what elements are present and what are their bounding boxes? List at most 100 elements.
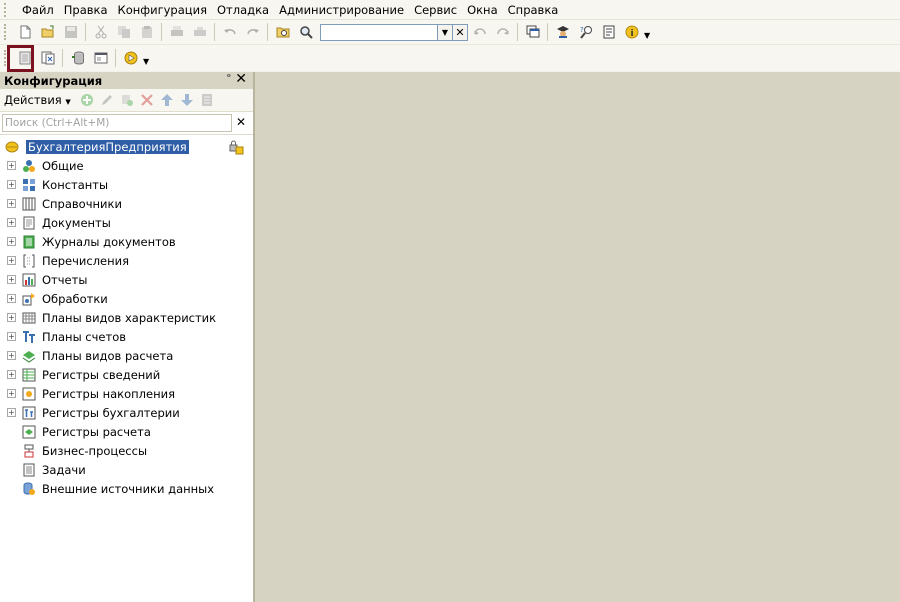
toolbar-more-icon[interactable]: ▼ <box>644 31 650 40</box>
panel-close-icon[interactable]: ✕ <box>235 71 247 87</box>
menu-service[interactable]: Сервис <box>409 1 462 19</box>
main-toolbar: ▼ ✕ ? i ▼ <box>0 20 900 45</box>
find-previous-button[interactable] <box>469 22 491 42</box>
expand-icon[interactable]: + <box>7 370 16 379</box>
properties-icon <box>94 52 107 64</box>
accum-registers-icon <box>21 386 37 402</box>
find-in-tree-button[interactable] <box>272 22 294 42</box>
copy-icon <box>117 26 130 38</box>
cut-button[interactable] <box>90 22 112 42</box>
expand-icon[interactable]: + <box>7 313 16 322</box>
paste-button[interactable] <box>136 22 158 42</box>
tree-item[interactable]: Бизнес-процессы <box>0 441 253 460</box>
expand-icon[interactable]: + <box>7 218 16 227</box>
windows-button[interactable] <box>522 22 544 42</box>
svg-text:i: i <box>630 29 633 39</box>
tree-item[interactable]: + Планы счетов <box>0 327 253 346</box>
print-preview-icon <box>193 27 206 36</box>
tree-item[interactable]: + Справочники <box>0 194 253 213</box>
new-button[interactable] <box>14 22 36 42</box>
tree-item[interactable]: + Отчеты <box>0 270 253 289</box>
about-button[interactable]: i <box>621 22 643 42</box>
undo-button[interactable] <box>219 22 241 42</box>
tree-item[interactable]: + Планы видов расчета <box>0 346 253 365</box>
menu-file[interactable]: Файл <box>17 1 59 19</box>
preview-button[interactable] <box>189 22 211 42</box>
actions-arrow-icon: ▼ <box>65 98 71 106</box>
expand-icon[interactable]: + <box>7 351 16 360</box>
tree-item[interactable]: Регистры расчета <box>0 422 253 441</box>
menu-configuration[interactable]: Конфигурация <box>113 1 212 19</box>
redo-button[interactable] <box>242 22 264 42</box>
tree-item[interactable]: + Общие <box>0 156 253 175</box>
tree-item[interactable]: + Перечисления <box>0 251 253 270</box>
tree-search-input[interactable]: Поиск (Ctrl+Alt+M) <box>2 114 232 132</box>
menu-debug[interactable]: Отладка <box>212 1 274 19</box>
pin-icon[interactable]: ᵒ <box>227 73 231 83</box>
processing-icon <box>21 291 37 307</box>
find-next-button[interactable] <box>492 22 514 42</box>
start-debugging-button[interactable] <box>120 48 142 68</box>
actions-menu[interactable]: Действия ▼ <box>4 93 71 107</box>
help-search-button[interactable]: ? <box>575 22 597 42</box>
tree-item-label: Регистры расчета <box>42 424 151 439</box>
configuration-properties-button[interactable] <box>90 48 112 68</box>
expand-icon[interactable]: + <box>7 294 16 303</box>
move-up-button[interactable] <box>157 91 177 109</box>
search-dropdown-button[interactable]: ▼ <box>438 23 453 41</box>
graduate-icon <box>556 26 569 38</box>
find-folder-icon <box>276 27 289 38</box>
tree-item[interactable]: + Обработки <box>0 289 253 308</box>
expand-icon[interactable]: + <box>7 180 16 189</box>
menu-grip[interactable] <box>4 2 14 17</box>
tree-search-clear-icon[interactable]: ✕ <box>236 115 246 129</box>
search-clear-button[interactable]: ✕ <box>453 23 468 41</box>
print-button[interactable] <box>166 22 188 42</box>
toolbar-separator <box>267 23 268 41</box>
expand-icon[interactable]: + <box>7 408 16 417</box>
toolbar-grip[interactable] <box>4 24 10 40</box>
tree-item[interactable]: + Документы <box>0 213 253 232</box>
move-down-button[interactable] <box>177 91 197 109</box>
expand-icon[interactable]: + <box>7 237 16 246</box>
copy-object-button[interactable] <box>117 91 137 109</box>
debug-menu-arrow-icon[interactable]: ▼ <box>143 57 149 66</box>
menu-administration[interactable]: Администрирование <box>274 1 409 19</box>
copy-button[interactable] <box>113 22 135 42</box>
config-toolbar: ▼ <box>0 45 900 71</box>
expand-icon[interactable]: + <box>7 256 16 265</box>
expand-icon[interactable]: + <box>7 275 16 284</box>
toolbar-search-input[interactable] <box>320 23 438 41</box>
compare-configurations-button[interactable] <box>37 48 59 68</box>
tree-item[interactable]: + Константы <box>0 175 253 194</box>
play-icon <box>124 51 137 65</box>
delete-button[interactable] <box>137 91 157 109</box>
expand-icon[interactable]: + <box>7 332 16 341</box>
tree-item[interactable]: Задачи <box>0 460 253 479</box>
add-button[interactable] <box>77 91 97 109</box>
expand-icon[interactable]: + <box>7 389 16 398</box>
syntax-helper-button[interactable] <box>552 22 574 42</box>
open-button[interactable] <box>37 22 59 42</box>
edit-button[interactable] <box>97 91 117 109</box>
tree-item[interactable]: + Регистры сведений <box>0 365 253 384</box>
tree-item[interactable]: + Регистры накопления <box>0 384 253 403</box>
char-types-icon <box>21 310 37 326</box>
update-database-button[interactable] <box>67 48 89 68</box>
sort-button[interactable] <box>197 91 217 109</box>
help-contents-button[interactable] <box>598 22 620 42</box>
windows-icon <box>526 25 539 38</box>
save-button[interactable] <box>60 22 82 42</box>
menu-windows[interactable]: Окна <box>462 1 503 19</box>
find-button[interactable] <box>295 22 317 42</box>
tree-item[interactable]: + Регистры бухгалтерии <box>0 403 253 422</box>
menu-help[interactable]: Справка <box>503 1 564 19</box>
expand-icon[interactable]: + <box>7 199 16 208</box>
tree-item[interactable]: Внешние источники данных <box>0 479 253 498</box>
tree-item[interactable]: + Журналы документов <box>0 232 253 251</box>
expand-icon[interactable]: + <box>7 161 16 170</box>
lock-icon[interactable] <box>228 139 244 155</box>
tree-item[interactable]: + Планы видов характеристик <box>0 308 253 327</box>
menu-edit[interactable]: Правка <box>59 1 113 19</box>
tree-root[interactable]: БухгалтерияПредприятия <box>0 137 253 156</box>
